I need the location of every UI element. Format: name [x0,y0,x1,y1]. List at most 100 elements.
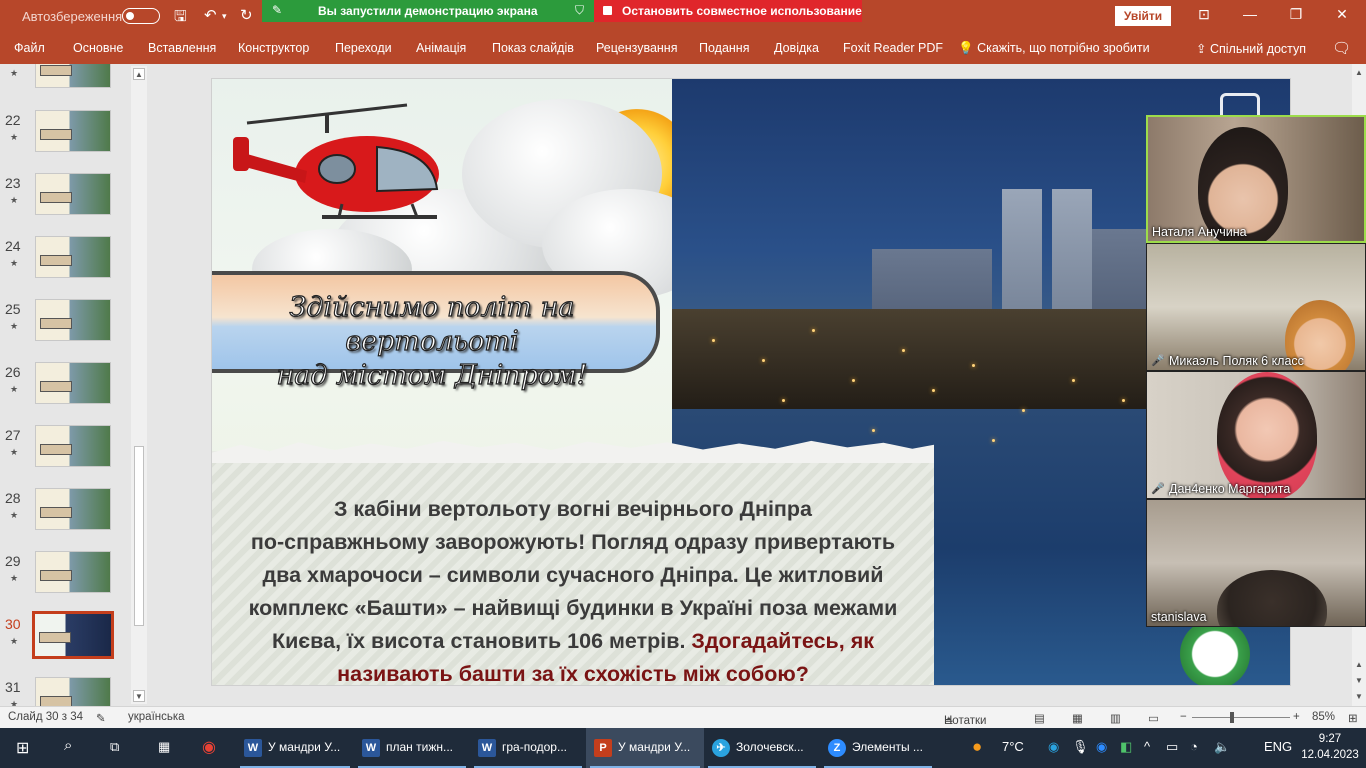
previous-slide-icon[interactable]: ▲ [1354,660,1364,669]
scroll-thumb[interactable] [134,446,144,626]
undo-icon[interactable]: ↶ [204,6,217,24]
slide-thumbnail[interactable]: 23 ★ [0,173,130,233]
sign-in-button[interactable]: Увійти [1115,6,1171,26]
share-label: Спільний доступ [1209,42,1307,56]
scroll-down-icon[interactable]: ▼ [1354,692,1364,701]
telegram-tray-icon[interactable]: ◉ [1048,739,1059,755]
windows-start-icon[interactable]: ⊞ [16,738,29,758]
taskbar-app-word-2[interactable]: W план тижн... [354,728,470,768]
tab-insert[interactable]: Вставлення [148,41,216,55]
slide-thumbnail[interactable]: 22 ★ [0,110,130,170]
participant-video-tile[interactable]: stanislava [1146,499,1366,627]
thumbnail-image [35,677,111,706]
slide-counter: Слайд 30 з 34 [8,711,83,723]
reading-view-icon[interactable]: ▥ [1110,711,1121,725]
redo-icon[interactable]: ↻ [240,6,253,24]
participant-video-tile[interactable]: 🎤 Микаэль Поляк 6 класс [1146,243,1366,371]
zoom-level[interactable]: 85% [1312,711,1335,723]
tab-review[interactable]: Рецензування [596,41,677,55]
taskbar-app-label: гра-подор... [502,740,567,754]
word-icon: W [478,739,496,757]
slideshow-view-icon[interactable]: ▭ [1148,711,1159,725]
slide-text-panel[interactable]: З кабіни вертольоту вогні вечірнього Дні… [212,451,934,685]
battery-icon[interactable]: ▭ [1166,739,1178,755]
zoom-icon: Z [828,739,846,757]
pencil-icon[interactable]: ✎ [272,3,282,17]
current-slide[interactable]: Здійснимо політ на вертольоті над містом… [211,78,1291,686]
participant-video-tile[interactable]: Наталя Анучина [1146,115,1366,243]
question-text: Здогадайтесь, як [691,629,875,653]
zoom-tray-icon[interactable]: ◉ [1096,739,1107,755]
chrome-icon[interactable]: ◉ [202,737,216,757]
show-hidden-icons[interactable]: ^ [1144,739,1150,754]
tab-animations[interactable]: Анімація [416,41,466,55]
taskbar-app-zoom[interactable]: Z Элементы ... [820,728,936,768]
minimize-icon[interactable]: — [1238,6,1262,22]
comments-icon[interactable]: 🗨 [1332,39,1351,57]
thumbnails-scrollbar[interactable]: ▲ ▼ [131,66,147,704]
windows-taskbar: ⊞ ⌕ ⧉ ▦ ◉ W У мандри У... W план тижн...… [0,728,1366,768]
powerpoint-icon: P [594,739,612,757]
weather-temperature[interactable]: 7°C [1002,739,1024,754]
taskbar-app-word-1[interactable]: W У мандри У... [236,728,354,768]
volume-icon[interactable]: 🔈 [1214,739,1230,755]
taskbar-app-telegram[interactable]: ✈ Золочевск... [704,728,820,768]
participant-video-tile[interactable]: 🎤 Дан4енко Маргарита [1146,371,1366,499]
tab-slideshow[interactable]: Показ слайдів [492,41,574,55]
next-slide-icon[interactable]: ▼ [1354,676,1364,685]
scroll-up-icon[interactable]: ▲ [1354,68,1364,77]
tab-file[interactable]: Файл [14,41,45,55]
fit-to-window-icon[interactable]: ⊞ [1348,711,1358,725]
slide-thumbnail[interactable]: 27 ★ [0,425,130,485]
tell-me-search[interactable]: 💡 Скажіть, що потрібно зробити [958,41,1150,56]
task-view-icon[interactable]: ⧉ [110,739,119,755]
tab-help[interactable]: Довідка [774,41,819,55]
autosave-toggle[interactable] [122,8,160,24]
slide-thumbnail[interactable]: 28 ★ [0,488,130,548]
tab-transitions[interactable]: Переходи [335,41,392,55]
slide-thumbnail[interactable]: 26 ★ [0,362,130,422]
save-icon[interactable]: 🖫 [174,6,187,31]
stop-share-button[interactable]: Остановить совместное использование [594,0,862,22]
scroll-down-icon[interactable]: ▼ [133,690,145,702]
close-icon[interactable]: ✕ [1330,6,1354,23]
slide-thumbnail-current[interactable]: 30 ★ [0,611,130,674]
zoom-in-icon[interactable]: + [1293,711,1300,723]
taskbar-app-powerpoint[interactable]: P У мандри У... [586,728,704,768]
search-icon[interactable]: ⌕ [64,737,72,754]
body-line: З кабіни вертольоту вогні вечірнього Дні… [333,497,812,521]
calculator-icon[interactable]: ▦ [158,739,170,755]
scroll-up-icon[interactable]: ▲ [133,68,145,80]
normal-view-icon[interactable]: ▤ [1034,711,1045,725]
ribbon-display-options-icon[interactable]: ⊡ [1192,6,1216,23]
zoom-slider[interactable] [1192,717,1290,718]
animation-star-icon: ★ [10,132,19,142]
slide-thumbnail[interactable]: 29 ★ [0,551,130,611]
zoom-slider-thumb[interactable] [1230,712,1234,723]
spelling-check-icon[interactable]: ✎ [96,711,106,725]
screen-share-banner: ✎ Вы запустили демонстрацию экрана ⛉ [262,0,594,22]
input-language[interactable]: ENG [1264,739,1292,754]
language-indicator[interactable]: українська [128,711,185,723]
taskbar-app-word-3[interactable]: W гра-подор... [470,728,586,768]
undo-dropdown-icon[interactable]: ▾ [222,11,227,22]
app-tray-icon[interactable]: ◧ [1120,739,1132,755]
network-icon[interactable]: ◔ [1190,739,1198,754]
microphone-icon[interactable]: 🎙 [1072,739,1089,755]
restore-icon[interactable]: ❐ [1284,6,1308,23]
tab-view[interactable]: Подання [699,41,749,55]
slide-thumbnail[interactable]: 24 ★ [0,236,130,296]
tab-design[interactable]: Конструктор [238,41,309,55]
slide-sorter-icon[interactable]: ▦ [1072,711,1083,725]
slide-thumbnail[interactable]: ★ [0,64,130,106]
share-button[interactable]: ⇪ Спільний доступ [1196,41,1306,56]
tab-home[interactable]: Основне [73,41,123,55]
thumbnail-image [35,236,111,278]
zoom-out-icon[interactable]: − [1180,711,1187,723]
slide-thumbnail[interactable]: 31 ★ [0,677,130,706]
slide-title-box[interactable]: Здійснимо політ на вертольоті над містом… [212,271,660,392]
thumbnail-image [35,488,111,530]
slide-thumbnail[interactable]: 25 ★ [0,299,130,359]
tab-foxit[interactable]: Foxit Reader PDF [843,41,943,55]
system-clock[interactable]: 9:27 12.04.2023 [1300,731,1360,763]
